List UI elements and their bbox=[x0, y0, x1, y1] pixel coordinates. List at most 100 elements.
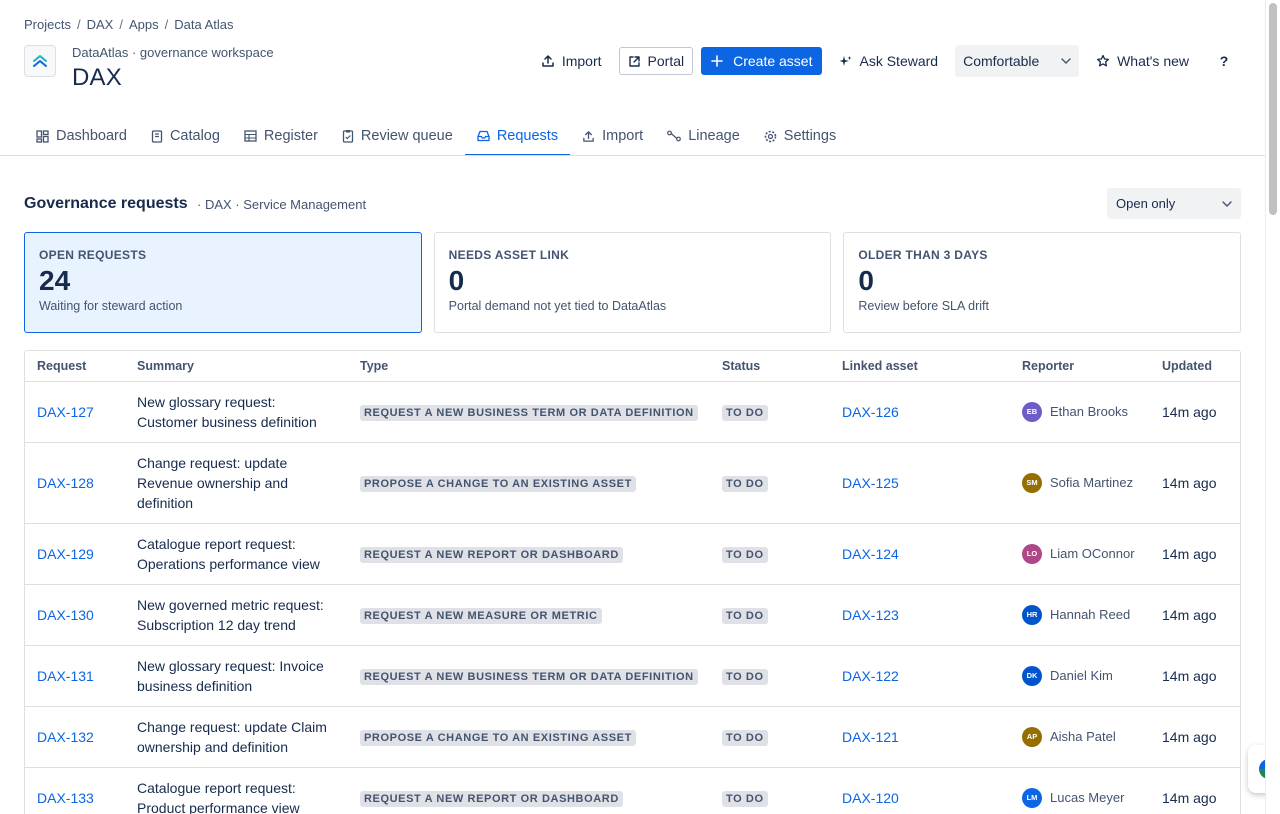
tab-requests[interactable]: Requests bbox=[464, 117, 571, 156]
tab-label: Catalog bbox=[169, 128, 220, 144]
cell-reporter: DK Daniel Kim bbox=[1010, 645, 1150, 707]
cell-summary: Catalogue report request: Operations per… bbox=[125, 523, 348, 585]
import-button[interactable]: Import bbox=[532, 47, 611, 75]
table-row[interactable]: DAX-127 New glossary request: Customer bu… bbox=[25, 381, 1240, 443]
status-filter-select[interactable]: Open only bbox=[1107, 188, 1241, 219]
breadcrumb-data-atlas[interactable]: Data Atlas bbox=[174, 17, 233, 32]
portal-button[interactable]: Portal bbox=[618, 47, 694, 75]
whats-new-button[interactable]: What's new bbox=[1087, 47, 1198, 75]
tab-register[interactable]: Register bbox=[232, 117, 330, 155]
updated-time: 14m ago bbox=[1162, 728, 1217, 745]
cell-reporter: EB Ethan Brooks bbox=[1010, 381, 1150, 443]
reporter: AP Aisha Patel bbox=[1022, 726, 1138, 747]
cell-request: DAX-131 bbox=[25, 645, 125, 707]
table-row[interactable]: DAX-133 Catalogue report request: Product… bbox=[25, 767, 1240, 814]
status-filter-value: Open only bbox=[1116, 196, 1176, 211]
tab-review-queue[interactable]: Review queue bbox=[330, 117, 465, 155]
request-summary[interactable]: Catalogue report request: Operations per… bbox=[137, 534, 336, 574]
linked-asset-link[interactable]: DAX-125 bbox=[842, 475, 899, 491]
tab-label: Import bbox=[602, 128, 644, 144]
breadcrumb-dax[interactable]: DAX bbox=[87, 17, 114, 32]
column-header-status[interactable]: Status bbox=[710, 351, 830, 382]
request-key-link[interactable]: DAX-130 bbox=[37, 607, 94, 623]
request-summary[interactable]: Change request: update Revenue ownership… bbox=[137, 453, 336, 513]
help-button[interactable]: ? bbox=[1210, 47, 1238, 75]
request-summary[interactable]: New governed metric request: Subscriptio… bbox=[137, 595, 336, 635]
cell-status: TO DO bbox=[710, 442, 830, 524]
ask-steward-button[interactable]: Ask Steward bbox=[830, 47, 947, 75]
tab-lineage[interactable]: Lineage bbox=[655, 117, 752, 155]
updated-time: 14m ago bbox=[1162, 789, 1217, 806]
cell-reporter: SM Sofia Martinez bbox=[1010, 442, 1150, 524]
table-row[interactable]: DAX-132 Change request: update Claim owne… bbox=[25, 706, 1240, 768]
reporter: SM Sofia Martinez bbox=[1022, 472, 1138, 493]
table-row[interactable]: DAX-131 New glossary request: Invoice bus… bbox=[25, 645, 1240, 707]
page-scrollbar[interactable] bbox=[1265, 0, 1280, 814]
column-header-summary[interactable]: Summary bbox=[125, 351, 348, 382]
tab-dashboard[interactable]: Dashboard bbox=[24, 117, 139, 155]
create-asset-button[interactable]: Create asset bbox=[701, 47, 823, 75]
avatar: DK bbox=[1022, 665, 1042, 686]
card-description: Portal demand not yet tied to DataAtlas bbox=[448, 299, 667, 313]
request-key-link[interactable]: DAX-133 bbox=[37, 790, 94, 806]
cell-type: REQUEST A NEW REPORT OR DASHBOARD bbox=[348, 523, 710, 585]
linked-asset-link[interactable]: DAX-122 bbox=[842, 668, 899, 684]
request-key-link[interactable]: DAX-132 bbox=[37, 729, 94, 745]
request-key-link[interactable]: DAX-129 bbox=[37, 546, 94, 562]
reporter-name: Ethan Brooks bbox=[1050, 404, 1129, 419]
tab-bar: Dashboard Catalog Register Review queue … bbox=[24, 117, 848, 156]
cell-updated: 14m ago bbox=[1150, 523, 1240, 585]
linked-asset-link[interactable]: DAX-120 bbox=[842, 790, 899, 806]
request-summary[interactable]: Change request: update Claim ownership a… bbox=[137, 717, 336, 757]
column-header-updated[interactable]: Updated bbox=[1150, 351, 1240, 382]
linked-asset-link[interactable]: DAX-121 bbox=[842, 729, 899, 745]
table-row[interactable]: DAX-128 Change request: update Revenue ow… bbox=[25, 442, 1240, 524]
cell-type: REQUEST A NEW BUSINESS TERM OR DATA DEFI… bbox=[348, 645, 710, 707]
status-lozenge: TO DO bbox=[722, 790, 768, 807]
breadcrumb-apps[interactable]: Apps bbox=[129, 17, 159, 32]
cell-type: PROPOSE A CHANGE TO AN EXISTING ASSET bbox=[348, 706, 710, 768]
request-summary[interactable]: New glossary request: Invoice business d… bbox=[137, 656, 336, 696]
cell-status: TO DO bbox=[710, 584, 830, 646]
breadcrumb: Projects / DAX / Apps / Data Atlas bbox=[24, 17, 233, 32]
request-key-link[interactable]: DAX-127 bbox=[37, 404, 94, 420]
request-summary[interactable]: New glossary request: Customer business … bbox=[137, 392, 336, 432]
tab-settings[interactable]: Settings bbox=[752, 117, 848, 155]
breadcrumb-projects[interactable]: Projects bbox=[24, 17, 71, 32]
tab-import[interactable]: Import bbox=[570, 117, 655, 155]
request-key-link[interactable]: DAX-131 bbox=[37, 668, 94, 684]
table-row[interactable]: DAX-129 Catalogue report request: Operati… bbox=[25, 523, 1240, 585]
column-header-type[interactable]: Type bbox=[348, 351, 710, 382]
whats-new-button-label: What's new bbox=[1117, 53, 1189, 69]
cell-status: TO DO bbox=[710, 645, 830, 707]
column-header-reporter[interactable]: Reporter bbox=[1010, 351, 1150, 382]
card-open-requests[interactable]: OPEN REQUESTS 24 Waiting for steward act… bbox=[24, 232, 422, 333]
request-summary[interactable]: Catalogue report request: Product perfor… bbox=[137, 778, 336, 814]
avatar: LM bbox=[1022, 787, 1042, 808]
section-title: Governance requests bbox=[24, 195, 188, 212]
updated-time: 14m ago bbox=[1162, 606, 1217, 623]
portal-button-label: Portal bbox=[647, 53, 685, 69]
density-select[interactable]: Comfortable bbox=[955, 45, 1080, 77]
tab-catalog[interactable]: Catalog bbox=[139, 117, 232, 155]
lineage-icon bbox=[667, 130, 682, 142]
avatar: SM bbox=[1022, 472, 1042, 493]
card-value: 24 bbox=[39, 265, 71, 296]
card-needs-asset-link[interactable]: NEEDS ASSET LINK 0 Portal demand not yet… bbox=[433, 232, 832, 333]
chevron-down-icon bbox=[1061, 58, 1071, 64]
linked-asset-link[interactable]: DAX-126 bbox=[842, 404, 899, 420]
linked-asset-link[interactable]: DAX-123 bbox=[842, 607, 899, 623]
request-key-link[interactable]: DAX-128 bbox=[37, 475, 94, 491]
column-header-request[interactable]: Request bbox=[25, 351, 125, 382]
linked-asset-link[interactable]: DAX-124 bbox=[842, 546, 899, 562]
card-older-than-3-days[interactable]: OLDER THAN 3 DAYS 0 Review before SLA dr… bbox=[843, 232, 1242, 333]
scrollbar-thumb[interactable] bbox=[1269, 3, 1277, 215]
cell-summary: New glossary request: Customer business … bbox=[125, 381, 348, 443]
cell-linked-asset: DAX-120 bbox=[830, 767, 1010, 814]
column-header-linked-asset[interactable]: Linked asset bbox=[830, 351, 1010, 382]
sparkle-icon bbox=[839, 55, 852, 66]
cell-request: DAX-129 bbox=[25, 523, 125, 585]
table-row[interactable]: DAX-130 New governed metric request: Subs… bbox=[25, 584, 1240, 646]
cell-request: DAX-127 bbox=[25, 381, 125, 443]
cell-status: TO DO bbox=[710, 523, 830, 585]
